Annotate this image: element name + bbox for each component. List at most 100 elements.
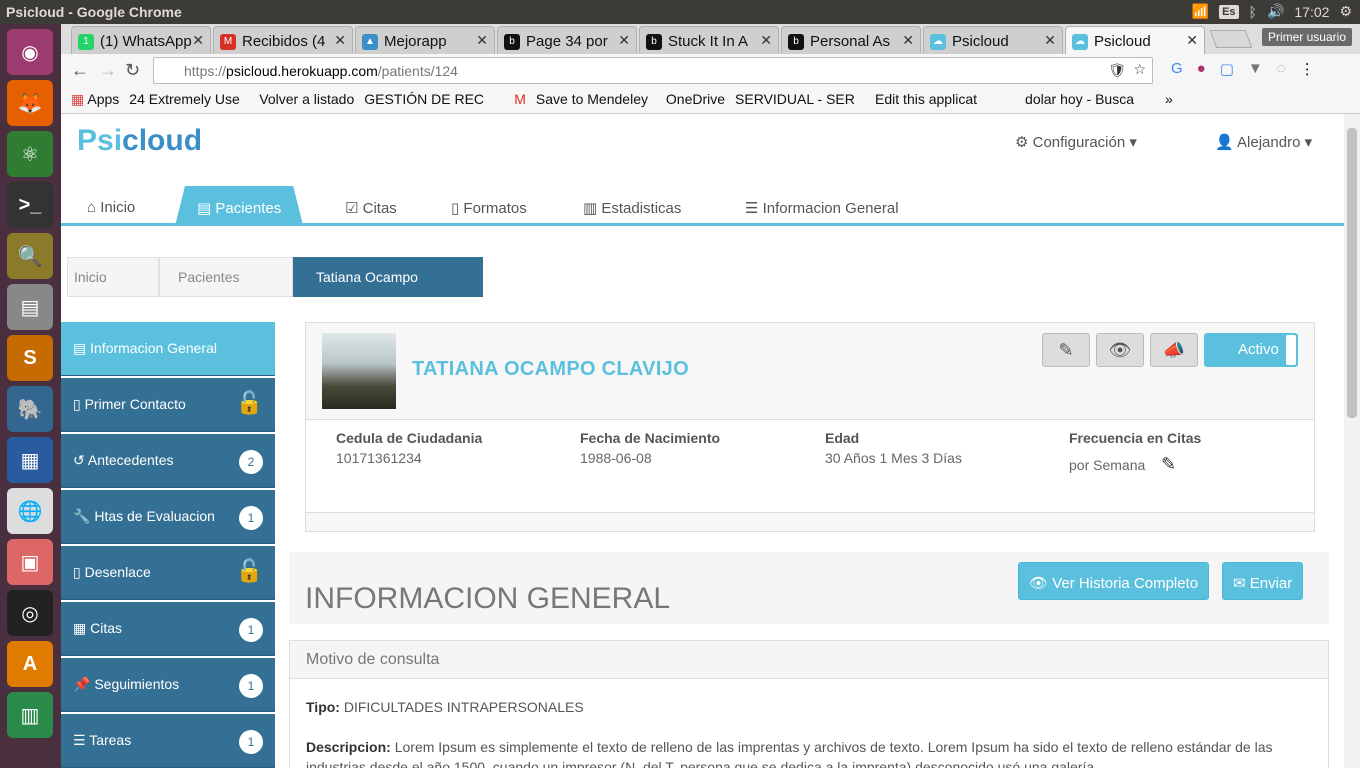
shield-icon[interactable]: 🛡 [1108,62,1126,79]
tab-informacion-general[interactable]: ☰ Informacion General [745,186,899,226]
bookmark[interactable]: GESTIÓN DE REC [364,91,504,113]
pin-icon: 📌 [73,676,95,692]
sidebar-item-htas-evaluacion[interactable]: 🔧 Htas de Evaluacion 1 [61,490,275,544]
menu-icon[interactable]: ⋮ [1300,60,1315,78]
sidebar-item-desenlace[interactable]: ▯ Desenlace 🔓 [61,546,275,600]
close-icon[interactable]: ✕ [334,32,346,49]
address-bar[interactable]: https://psicloud.herokuapp.com/patients/… [153,57,1153,84]
close-icon[interactable]: ✕ [618,32,630,49]
extension-icon[interactable]: ▢ [1220,60,1234,78]
sidebar-item-informacion-general[interactable]: ▤ Informacion General [61,322,275,376]
view-button[interactable]: 👁 [1096,333,1144,367]
breadcrumb-current: Tatiana Ocampo [293,257,483,297]
edit-button[interactable]: ✎ [1042,333,1090,367]
browser-tab[interactable]: b Stuck It In A ✕ [639,26,779,54]
star-icon[interactable]: ☆ [1133,61,1146,78]
breadcrumb-inicio[interactable]: Inicio [67,257,159,297]
psicloud-logo[interactable]: Psicloud [77,124,202,158]
volume-icon[interactable]: 🔊 [1267,3,1284,20]
sidebar-item-citas[interactable]: ▦ Citas 1 [61,602,275,656]
terminal-icon[interactable]: >_ [7,182,53,228]
tab-citas[interactable]: ☑ Citas [345,186,397,226]
back-icon[interactable]: ← [71,60,89,81]
keyboard-layout[interactable]: Es [1219,4,1239,19]
sidebar-item-seguimientos[interactable]: 📌 Seguimientos 1 [61,658,275,712]
clock[interactable]: 17:02 [1294,4,1329,20]
close-icon[interactable]: ✕ [1044,32,1056,49]
sublime-text-icon[interactable]: S [7,335,53,381]
forward-icon[interactable]: → [99,60,117,81]
more-bookmarks-icon[interactable]: » [1165,91,1173,113]
browser-tab[interactable]: b Personal As ✕ [781,26,921,54]
close-icon[interactable]: ✕ [192,32,204,49]
status-toggle[interactable]: Activo [1204,333,1298,367]
browser-tab[interactable]: ▲ Mejorapp ✕ [355,26,495,54]
sidebar-item-tareas[interactable]: ☰ Tareas 1 [61,714,275,768]
browser-tab[interactable]: ☁ Psicloud ✕ [923,26,1063,54]
breadcrumb-pacientes[interactable]: Pacientes [159,257,293,297]
firefox-icon[interactable]: 🦊 [7,80,53,126]
browser-tab[interactable]: b Page 34 por ✕ [497,26,637,54]
close-icon[interactable]: ✕ [1186,32,1198,49]
impress-icon[interactable]: ▣ [7,539,53,585]
ubuntu-dash-icon[interactable]: ◉ [7,29,53,75]
obs-icon[interactable]: ◎ [7,590,53,636]
tab-pacientes[interactable]: ▤ Pacientes [175,186,303,226]
edit-icon[interactable]: ✎ [1161,454,1176,474]
new-tab-button[interactable] [1209,30,1253,48]
tab-label: Psicloud [1094,33,1151,50]
gmail-icon[interactable]: M [514,91,526,113]
bookmark[interactable]: OneDrive [666,91,725,113]
settings-gear-icon[interactable]: ⚙ [1339,3,1352,20]
config-menu[interactable]: ⚙ Configuración ▾ [1015,133,1137,151]
reload-icon[interactable]: ↻ [125,60,140,81]
bookmark[interactable]: Edit this applicat [875,91,1015,113]
close-icon[interactable]: ✕ [902,32,914,49]
tab-inicio[interactable]: ⌂ Inicio [87,186,135,226]
scroll-thumb[interactable] [1347,128,1357,418]
bookmark[interactable]: Save to Mendeley [536,91,656,113]
envelope-icon: ✉ [1233,575,1250,592]
close-icon[interactable]: ✕ [760,32,772,49]
files-icon[interactable]: ▤ [7,284,53,330]
bluetooth-icon[interactable]: ᛒ [1249,4,1257,20]
enviar-button[interactable]: ✉ Enviar [1222,562,1304,600]
user-menu[interactable]: 👤 Alejandro ▾ [1215,133,1312,151]
url-host: psicloud.herokuapp.com [226,63,378,79]
browser-tab[interactable]: 1 (1) WhatsApp ✕ [71,26,211,54]
announce-button[interactable]: 📣 [1150,333,1198,367]
writer-icon[interactable]: ▦ [7,437,53,483]
bookmark[interactable]: dolar hoy - Busca [1025,91,1155,113]
software-center-icon[interactable]: A [7,641,53,687]
ver-historia-button[interactable]: 👁 Ver Historia Completo [1018,562,1210,600]
browser-tab[interactable]: M Recibidos (4 ✕ [213,26,353,54]
sidebar-item-primer-contacto[interactable]: ▯ Primer Contacto 🔓 [61,378,275,432]
bookmarks-bar: ▦ Apps 24 Extremely Use Volver a listado… [61,88,1360,114]
count-badge: 1 [239,674,263,698]
url-path: /patients/124 [377,63,458,79]
wifi-icon[interactable]: 📶 [1192,3,1209,20]
profile-button[interactable]: Primer usuario [1261,28,1352,46]
translate-icon[interactable]: G [1171,60,1183,78]
calc-icon[interactable]: ▥ [7,692,53,738]
bookmark[interactable]: Volver a listado [259,91,354,113]
tab-formatos[interactable]: ▯ Formatos [451,186,527,226]
extension-icon[interactable]: ▼ [1248,60,1263,78]
bookmark[interactable]: SERVIDUAL - SER [735,91,865,113]
bookmark[interactable]: 24 Extremely Use [129,91,249,113]
apps-bookmark[interactable]: ▦ Apps [71,91,119,113]
close-icon[interactable]: ✕ [476,32,488,49]
system-monitor-icon[interactable]: 🔍 [7,233,53,279]
atom-icon[interactable]: ⚛ [7,131,53,177]
postgres-icon[interactable]: 🐘 [7,386,53,432]
extension-icon[interactable]: ◌ [1277,60,1286,78]
sidebar-item-antecedentes[interactable]: ↺ Antecedentes 2 [61,434,275,488]
chrome-icon[interactable]: 🌐 [7,488,53,534]
tab-estadisticas[interactable]: ▥ Estadisticas [583,186,681,226]
browser-tab-active[interactable]: ☁ Psicloud ✕ [1065,26,1205,54]
extension-icon[interactable]: ● [1197,60,1206,78]
page-scrollbar[interactable] [1344,114,1360,768]
user-icon: 👤 [1215,134,1238,151]
toolbar: ← → ↻ https://psicloud.herokuapp.com/pat… [61,54,1360,88]
browser-chrome: 1 (1) WhatsApp ✕ M Recibidos (4 ✕ ▲ Mejorapp ✕… [61,24,1360,114]
